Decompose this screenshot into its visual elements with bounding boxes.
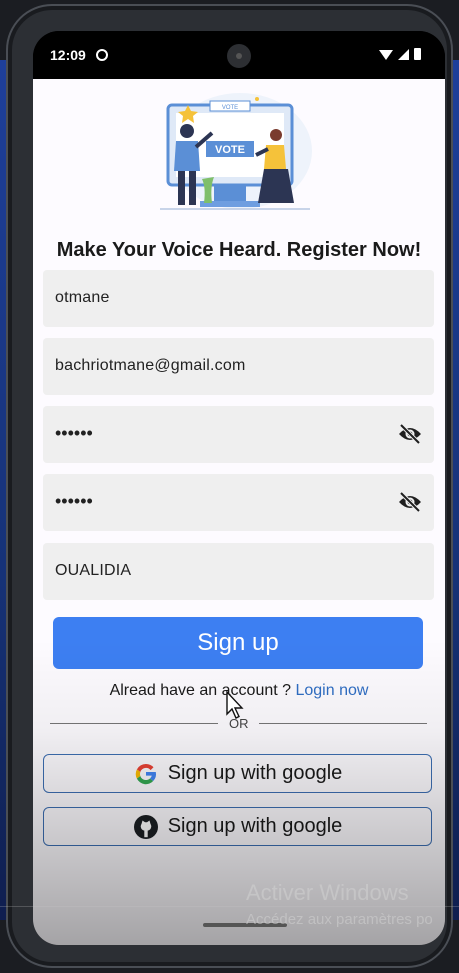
github-button-label: Sign up with google [167, 815, 343, 837]
email-field[interactable]: bachriotmane@gmail.com [43, 338, 434, 395]
login-link[interactable]: Login now [295, 682, 368, 699]
username-value: otmane [55, 289, 110, 306]
register-screen: VOTE VOTE Make Your Voice Heard. Registe… [33, 79, 445, 945]
username-field[interactable]: otmane [43, 270, 434, 327]
city-field[interactable]: OUALIDIA [43, 543, 434, 600]
google-signup-button[interactable]: Sign up with google [43, 754, 432, 793]
phone-frame: 12:09 VOTE VOTE Make Your Voice Heard. R… [6, 4, 453, 968]
windows-activation-title: Activer Windows [246, 880, 409, 905]
notification-icon [96, 49, 108, 61]
divider-left [50, 723, 218, 724]
sign-up-button[interactable]: Sign up [53, 617, 423, 669]
google-icon [135, 763, 156, 784]
phone-screen: 12:09 VOTE VOTE Make Your Voice Heard. R… [33, 31, 445, 945]
password-value: •••••• [55, 423, 93, 443]
mouse-cursor-icon [226, 690, 244, 719]
status-time: 12:09 [50, 47, 86, 63]
confirm-password-field[interactable]: •••••• [43, 474, 434, 531]
divider-right [259, 723, 427, 724]
wifi-icon [379, 50, 393, 60]
page-title: Make Your Voice Heard. Register Now! [56, 239, 422, 261]
password-field[interactable]: •••••• [43, 406, 434, 463]
google-button-label: Sign up with google [167, 762, 343, 784]
eye-off-icon[interactable] [398, 492, 422, 512]
vote-sign-main: VOTE [215, 144, 245, 156]
github-signup-button[interactable]: Sign up with google [43, 807, 432, 846]
email-value: bachriotmane@gmail.com [55, 357, 246, 374]
login-prompt-text: Alread have an account ? [109, 682, 296, 699]
windows-activation-subtitle: Accédez aux paramètres po [246, 911, 433, 928]
front-camera [227, 44, 251, 68]
eye-off-icon[interactable] [398, 424, 422, 444]
status-bar: 12:09 [33, 31, 445, 79]
status-icons [379, 48, 421, 60]
vote-sign-top: VOTE [222, 105, 238, 111]
signal-icon [398, 49, 409, 60]
taskbar-divider [0, 906, 459, 907]
battery-icon [414, 48, 421, 60]
city-value: OUALIDIA [55, 562, 132, 579]
github-icon [133, 814, 158, 839]
vote-illustration-icon: VOTE VOTE [160, 93, 312, 210]
confirm-password-value: •••••• [55, 491, 93, 511]
